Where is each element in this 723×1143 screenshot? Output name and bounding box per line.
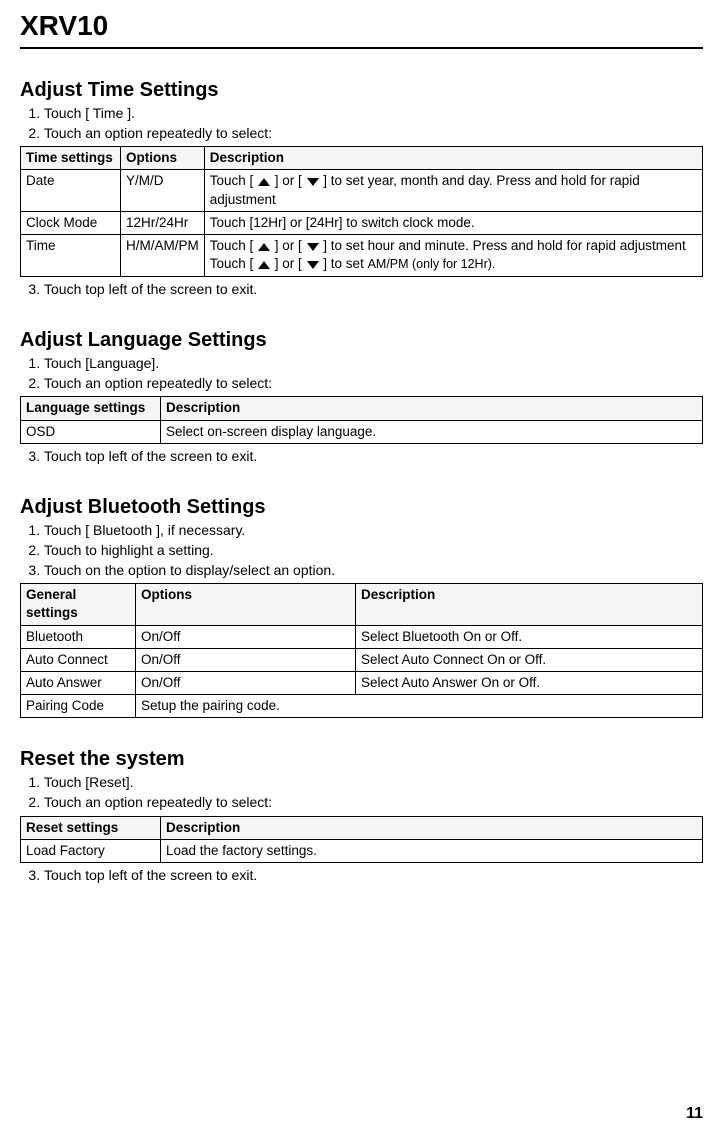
table-cell: Pairing Code bbox=[21, 695, 136, 718]
text-fragment: AM/PM (only for 12Hr). bbox=[368, 257, 496, 271]
table-cell: Setup the pairing code. bbox=[136, 695, 703, 718]
table-cell: Y/M/D bbox=[121, 170, 205, 211]
table-cell: Auto Answer bbox=[21, 671, 136, 694]
table-cell: Clock Mode bbox=[21, 211, 121, 234]
table-row: Clock Mode 12Hr/24Hr Touch [12Hr] or [24… bbox=[21, 211, 703, 234]
language-settings-table: Language settings Description OSD Select… bbox=[20, 396, 703, 443]
table-cell: OSD bbox=[21, 420, 161, 443]
table-cell: Touch [12Hr] or [24Hr] to switch clock m… bbox=[204, 211, 702, 234]
table-row: Pairing Code Setup the pairing code. bbox=[21, 695, 703, 718]
table-row: Auto Connect On/Off Select Auto Connect … bbox=[21, 648, 703, 671]
text-fragment: ] or [ bbox=[271, 256, 306, 271]
table-header: Options bbox=[121, 147, 205, 170]
table-cell: Auto Connect bbox=[21, 648, 136, 671]
triangle-up-icon bbox=[257, 242, 271, 252]
page-title: XRV10 bbox=[20, 10, 703, 42]
triangle-up-icon bbox=[257, 260, 271, 270]
step-item: Touch [ Time ]. bbox=[44, 104, 703, 124]
text-fragment: ] or [ bbox=[271, 173, 306, 188]
step-item: Touch top left of the screen to exit. bbox=[44, 866, 703, 886]
section-bluetooth-settings: Adjust Bluetooth Settings Touch [ Blueto… bbox=[20, 496, 703, 718]
text-fragment: Touch [ bbox=[210, 173, 257, 188]
steps-reset-after: Touch top left of the screen to exit. bbox=[30, 866, 703, 886]
section-heading-time: Adjust Time Settings bbox=[20, 79, 703, 102]
table-header: Description bbox=[161, 816, 703, 839]
step-item: Touch [ Bluetooth ], if necessary. bbox=[44, 521, 703, 541]
step-item: Touch on the option to display/select an… bbox=[44, 561, 703, 581]
table-cell: 12Hr/24Hr bbox=[121, 211, 205, 234]
text-fragment: ] to set bbox=[320, 256, 368, 271]
section-heading-language: Adjust Language Settings bbox=[20, 329, 703, 352]
bluetooth-settings-table: General settings Options Description Blu… bbox=[20, 583, 703, 718]
table-header: Description bbox=[356, 584, 703, 625]
table-header: Reset settings bbox=[21, 816, 161, 839]
steps-time-after: Touch top left of the screen to exit. bbox=[30, 280, 703, 300]
table-cell: H/M/AM/PM bbox=[121, 235, 205, 276]
table-cell: On/Off bbox=[136, 671, 356, 694]
text-fragment: ] to set hour and minute. Press and hold… bbox=[320, 238, 686, 253]
section-heading-reset: Reset the system bbox=[20, 748, 703, 771]
table-cell: Select Auto Connect On or Off. bbox=[356, 648, 703, 671]
triangle-down-icon bbox=[306, 177, 320, 187]
step-item: Touch [Language]. bbox=[44, 354, 703, 374]
table-row: Auto Answer On/Off Select Auto Answer On… bbox=[21, 671, 703, 694]
step-item: Touch an option repeatedly to select: bbox=[44, 124, 703, 144]
table-cell: Bluetooth bbox=[21, 625, 136, 648]
step-item: Touch top left of the screen to exit. bbox=[44, 447, 703, 467]
table-cell: Load the factory settings. bbox=[161, 839, 703, 862]
table-header: Time settings bbox=[21, 147, 121, 170]
table-header: Options bbox=[136, 584, 356, 625]
reset-settings-table: Reset settings Description Load Factory … bbox=[20, 816, 703, 863]
table-row: Date Y/M/D Touch [ ] or [ ] to set year,… bbox=[21, 170, 703, 211]
table-cell: Load Factory bbox=[21, 839, 161, 862]
table-header: General settings bbox=[21, 584, 136, 625]
table-cell: Select Bluetooth On or Off. bbox=[356, 625, 703, 648]
steps-bluetooth: Touch [ Bluetooth ], if necessary. Touch… bbox=[30, 521, 703, 580]
table-row: OSD Select on-screen display language. bbox=[21, 420, 703, 443]
time-settings-table: Time settings Options Description Date Y… bbox=[20, 146, 703, 276]
table-header: Description bbox=[204, 147, 702, 170]
step-item: Touch to highlight a setting. bbox=[44, 541, 703, 561]
triangle-down-icon bbox=[306, 242, 320, 252]
step-item: Touch an option repeatedly to select: bbox=[44, 793, 703, 813]
table-cell: Time bbox=[21, 235, 121, 276]
section-language-settings: Adjust Language Settings Touch [Language… bbox=[20, 329, 703, 466]
table-row: Time H/M/AM/PM Touch [ ] or [ ] to set h… bbox=[21, 235, 703, 276]
table-cell: Select Auto Answer On or Off. bbox=[356, 671, 703, 694]
table-cell: Select on-screen display language. bbox=[161, 420, 703, 443]
section-time-settings: Adjust Time Settings Touch [ Time ]. Tou… bbox=[20, 79, 703, 299]
table-row: Load Factory Load the factory settings. bbox=[21, 839, 703, 862]
text-fragment: Touch [ bbox=[210, 256, 257, 271]
title-divider bbox=[20, 47, 703, 49]
steps-reset: Touch [Reset]. Touch an option repeatedl… bbox=[30, 773, 703, 812]
section-heading-bluetooth: Adjust Bluetooth Settings bbox=[20, 496, 703, 519]
triangle-down-icon bbox=[306, 260, 320, 270]
table-header: Description bbox=[161, 397, 703, 420]
table-row: Bluetooth On/Off Select Bluetooth On or … bbox=[21, 625, 703, 648]
text-fragment: Touch [ bbox=[210, 238, 257, 253]
table-cell: Touch [ ] or [ ] to set hour and minute.… bbox=[204, 235, 702, 276]
table-header: Language settings bbox=[21, 397, 161, 420]
steps-time: Touch [ Time ]. Touch an option repeated… bbox=[30, 104, 703, 143]
table-cell: Date bbox=[21, 170, 121, 211]
table-cell: On/Off bbox=[136, 625, 356, 648]
steps-language: Touch [Language]. Touch an option repeat… bbox=[30, 354, 703, 393]
steps-language-after: Touch top left of the screen to exit. bbox=[30, 447, 703, 467]
page-number: 11 bbox=[686, 1105, 703, 1123]
section-reset-system: Reset the system Touch [Reset]. Touch an… bbox=[20, 748, 703, 885]
step-item: Touch top left of the screen to exit. bbox=[44, 280, 703, 300]
step-item: Touch [Reset]. bbox=[44, 773, 703, 793]
text-fragment: ] or [ bbox=[271, 238, 306, 253]
triangle-up-icon bbox=[257, 177, 271, 187]
table-cell: On/Off bbox=[136, 648, 356, 671]
table-cell: Touch [ ] or [ ] to set year, month and … bbox=[204, 170, 702, 211]
step-item: Touch an option repeatedly to select: bbox=[44, 374, 703, 394]
